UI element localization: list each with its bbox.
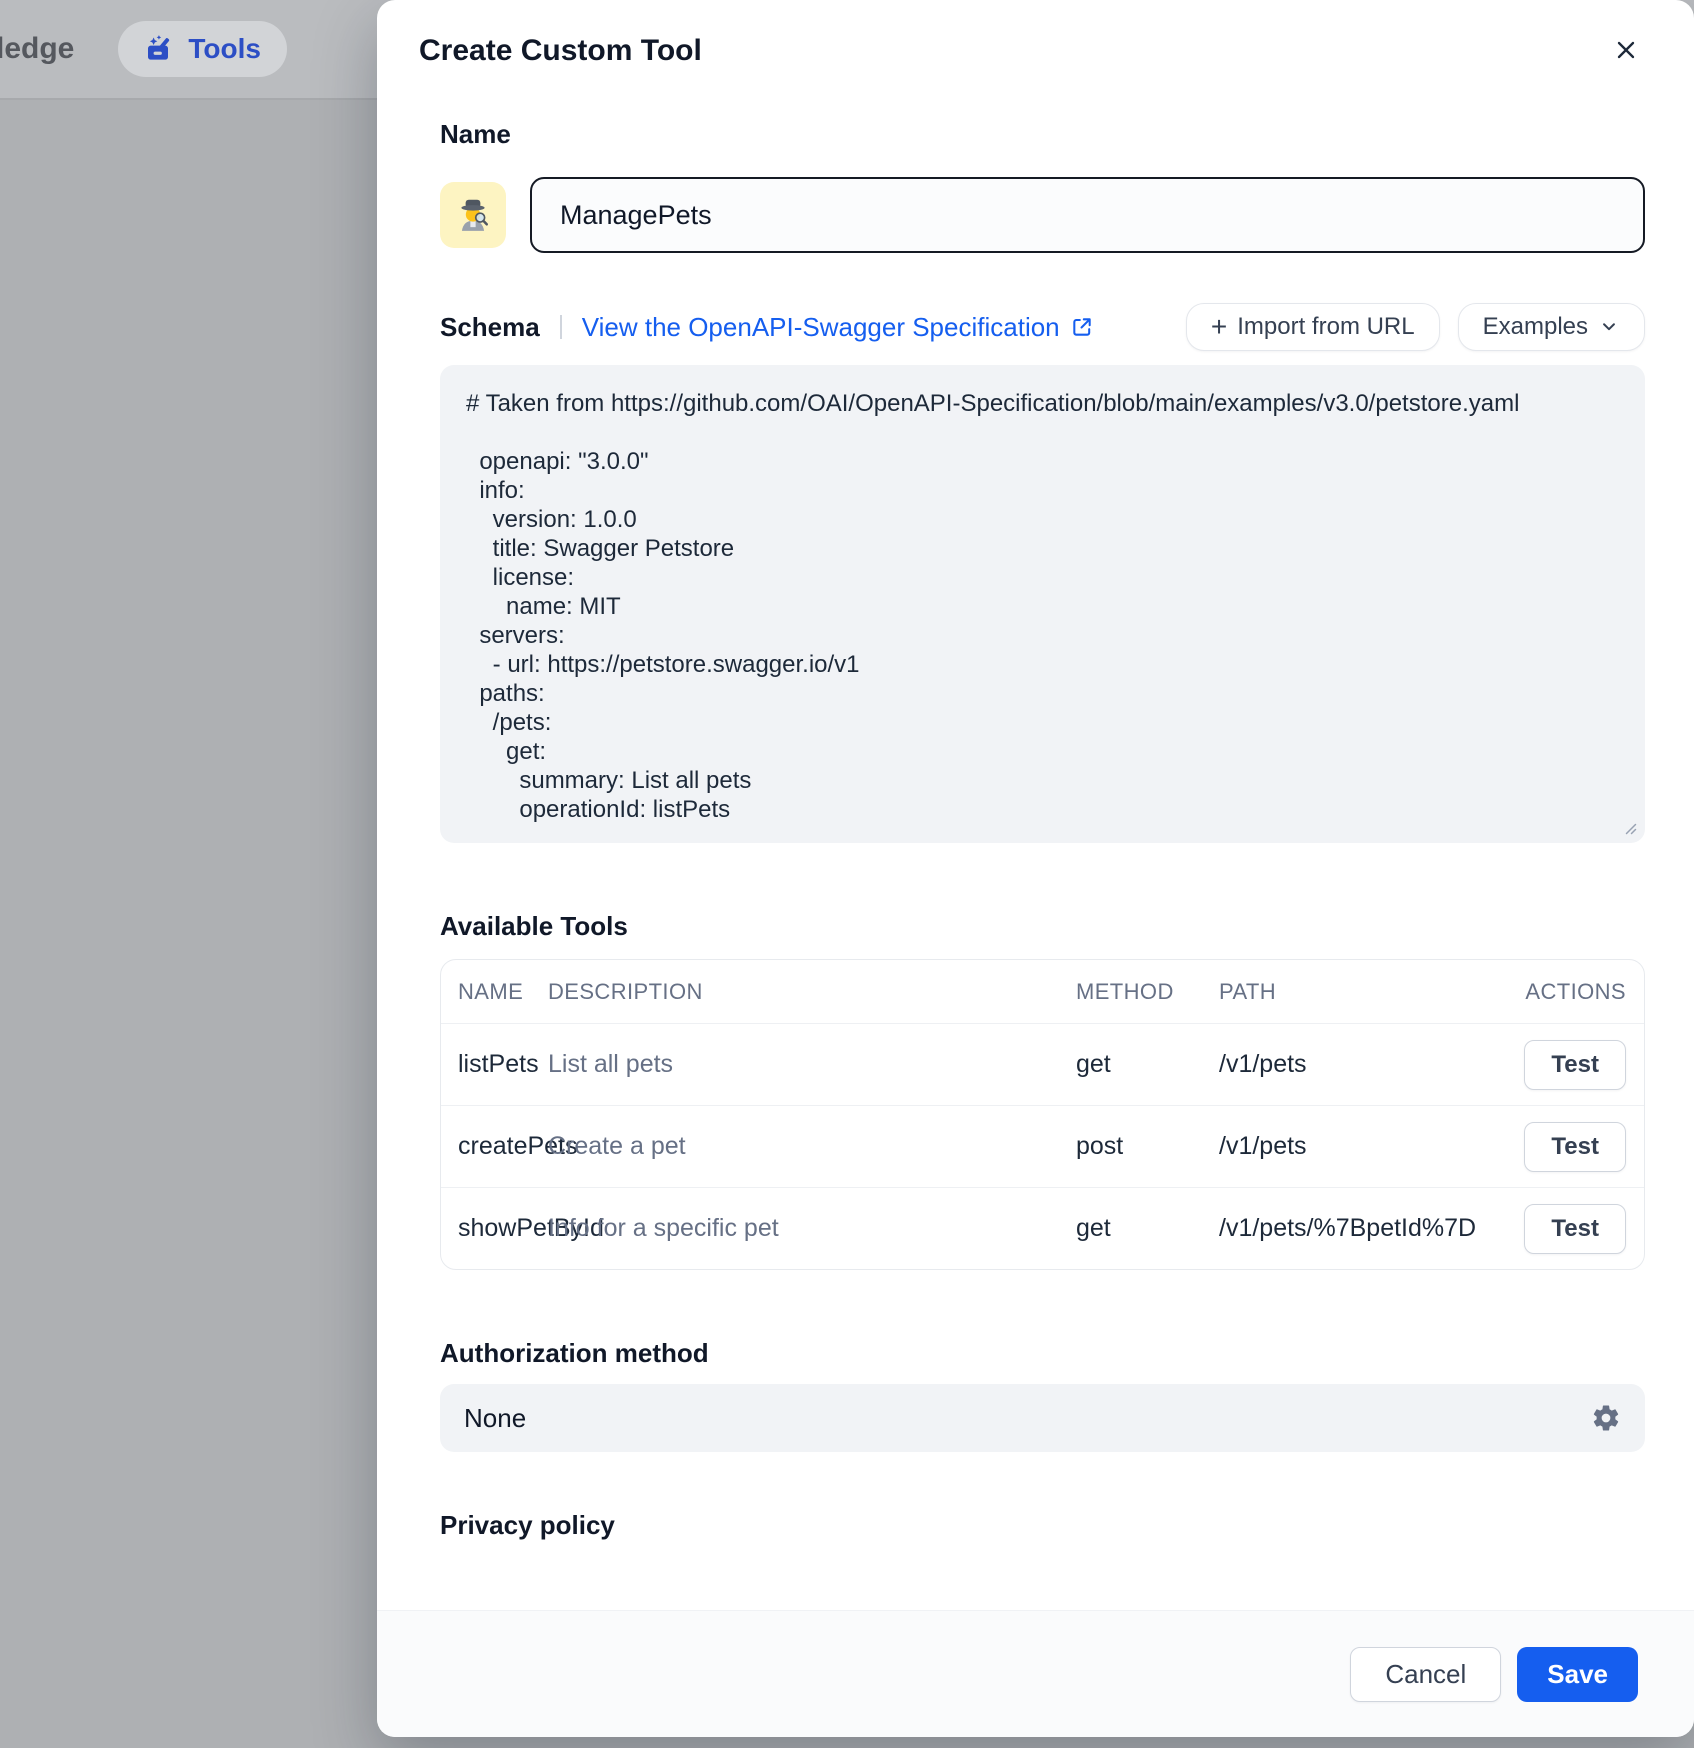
table-row: listPets List all pets get /v1/pets Test bbox=[441, 1023, 1644, 1105]
toolbox-icon bbox=[144, 33, 176, 65]
table-row: createPets Create a pet post /v1/pets Te… bbox=[441, 1105, 1644, 1187]
tool-method: get bbox=[1076, 1214, 1219, 1243]
import-from-url-button[interactable]: + Import from URL bbox=[1186, 303, 1440, 351]
divider bbox=[560, 315, 562, 339]
authorization-method-heading: Authorization method bbox=[440, 1336, 1645, 1370]
tool-description: List all pets bbox=[548, 1050, 1076, 1079]
plus-icon: + bbox=[1211, 313, 1227, 341]
tool-method: get bbox=[1076, 1050, 1219, 1079]
tool-path: /v1/pets bbox=[1219, 1132, 1506, 1161]
schema-left: Schema View the OpenAPI-Swagger Specific… bbox=[440, 310, 1094, 344]
col-name: NAME bbox=[458, 979, 548, 1005]
save-button[interactable]: Save bbox=[1517, 1647, 1638, 1702]
name-label: Name bbox=[440, 117, 1645, 151]
authorization-method-value: None bbox=[464, 1403, 526, 1434]
modal-footer: Cancel Save bbox=[377, 1610, 1694, 1737]
tool-name: showPetById bbox=[458, 1214, 548, 1243]
import-from-url-label: Import from URL bbox=[1237, 313, 1414, 341]
test-button[interactable]: Test bbox=[1524, 1204, 1626, 1254]
tool-method: post bbox=[1076, 1132, 1219, 1161]
name-row bbox=[440, 177, 1645, 253]
tool-icon-picker[interactable] bbox=[440, 182, 506, 248]
tool-name: listPets bbox=[458, 1050, 548, 1079]
background-tab-tools-label: Tools bbox=[188, 33, 261, 65]
resize-handle-icon[interactable] bbox=[1621, 819, 1637, 835]
background-tab-tools[interactable]: Tools bbox=[118, 21, 287, 77]
examples-label: Examples bbox=[1483, 313, 1588, 341]
col-description: DESCRIPTION bbox=[548, 979, 1076, 1005]
schema-editor: # Taken from https://github.com/OAI/Open… bbox=[440, 365, 1645, 843]
col-method: METHOD bbox=[1076, 979, 1219, 1005]
available-tools-table: NAME DESCRIPTION METHOD PATH ACTIONS lis… bbox=[440, 959, 1645, 1270]
col-actions: ACTIONS bbox=[1525, 979, 1626, 1005]
privacy-policy-heading: Privacy policy bbox=[440, 1508, 1645, 1542]
table-header-row: NAME DESCRIPTION METHOD PATH ACTIONS bbox=[441, 960, 1644, 1023]
background-tab-knowledge[interactable]: ledge bbox=[0, 32, 74, 66]
modal-header: Create Custom Tool bbox=[377, 0, 1694, 73]
schema-row: Schema View the OpenAPI-Swagger Specific… bbox=[440, 303, 1645, 351]
tool-path: /v1/pets/%7BpetId%7D bbox=[1219, 1214, 1506, 1243]
gear-icon[interactable] bbox=[1591, 1403, 1621, 1433]
modal-title: Create Custom Tool bbox=[419, 32, 702, 70]
authorization-method-field[interactable]: None bbox=[440, 1384, 1645, 1452]
external-link-icon bbox=[1070, 315, 1094, 339]
tool-name: createPets bbox=[458, 1132, 548, 1161]
openapi-spec-link[interactable]: View the OpenAPI-Swagger Specification bbox=[582, 312, 1094, 343]
detective-emoji bbox=[454, 196, 492, 234]
close-icon[interactable] bbox=[1606, 30, 1646, 73]
openapi-spec-link-label: View the OpenAPI-Swagger Specification bbox=[582, 312, 1060, 343]
col-path: PATH bbox=[1219, 979, 1506, 1005]
create-custom-tool-modal: Create Custom Tool Name bbox=[377, 0, 1694, 1737]
name-input[interactable] bbox=[530, 177, 1645, 253]
cancel-button[interactable]: Cancel bbox=[1350, 1647, 1501, 1702]
available-tools-heading: Available Tools bbox=[440, 909, 1645, 943]
chevron-down-icon bbox=[1598, 316, 1620, 338]
schema-actions: + Import from URL Examples bbox=[1186, 303, 1645, 351]
table-row: showPetById Info for a specific pet get … bbox=[441, 1187, 1644, 1269]
test-button[interactable]: Test bbox=[1524, 1040, 1626, 1090]
modal-body: Name bbox=[377, 73, 1694, 1610]
examples-dropdown[interactable]: Examples bbox=[1458, 303, 1645, 351]
test-button[interactable]: Test bbox=[1524, 1122, 1626, 1172]
screen: ledge Tools Create Custom Tool bbox=[0, 0, 1694, 1748]
tool-description: Create a pet bbox=[548, 1132, 1076, 1161]
tool-path: /v1/pets bbox=[1219, 1050, 1506, 1079]
tool-description: Info for a specific pet bbox=[548, 1214, 1076, 1243]
schema-textarea[interactable]: # Taken from https://github.com/OAI/Open… bbox=[440, 365, 1645, 843]
schema-label: Schema bbox=[440, 310, 540, 344]
